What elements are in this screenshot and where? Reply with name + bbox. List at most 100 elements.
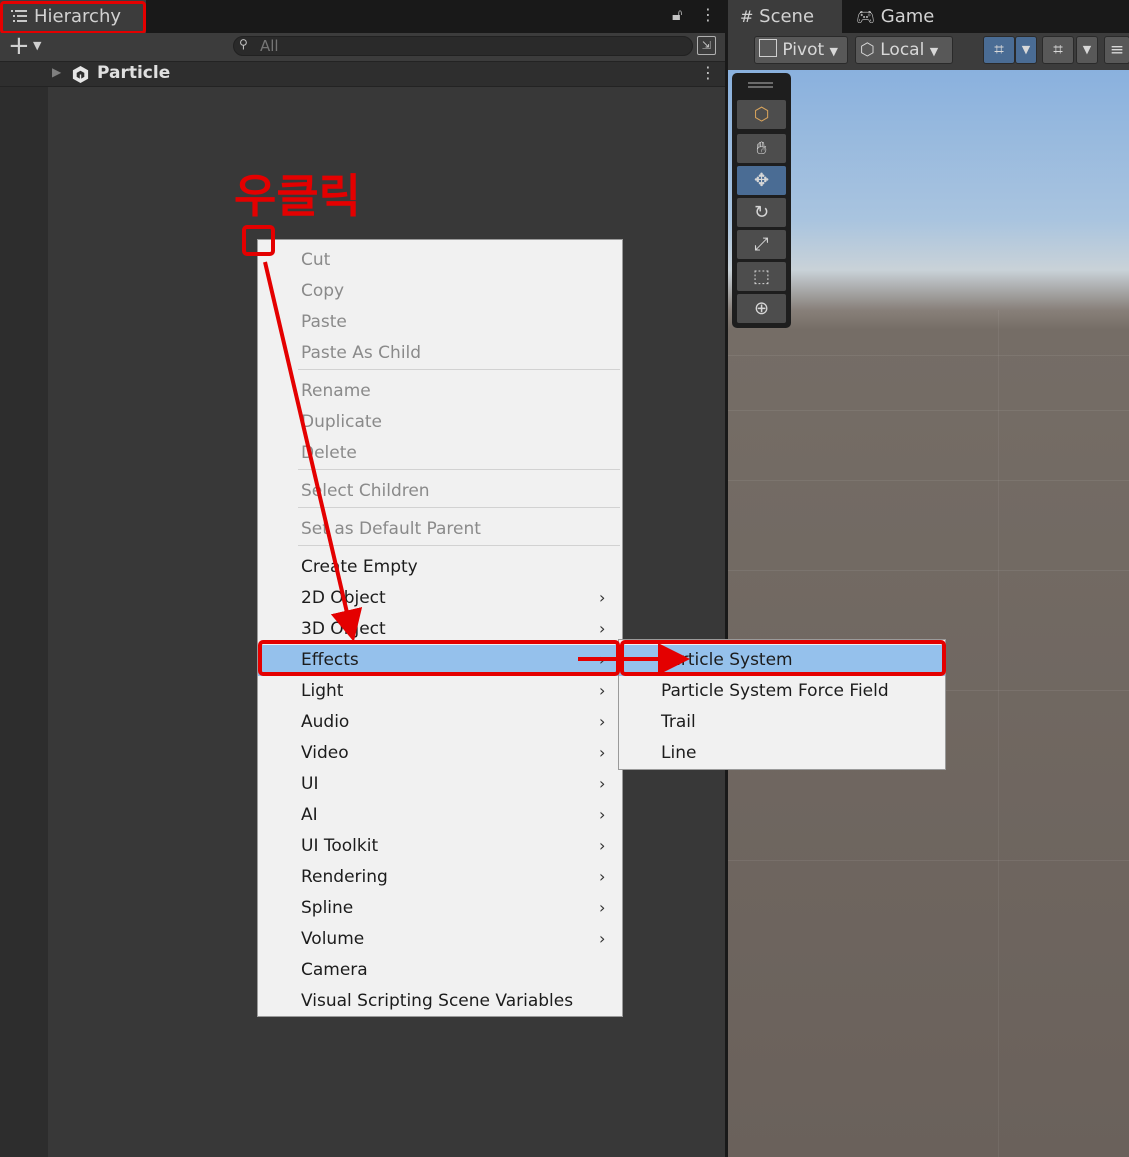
menu-item-paste[interactable]: Paste <box>258 307 622 338</box>
tab-game[interactable]: 🎮︎ Game <box>844 0 964 33</box>
menu-item-create-empty[interactable]: Create Empty <box>258 552 622 583</box>
chevron-right-icon: › <box>599 712 606 731</box>
grid-snap-button[interactable]: ⌗ <box>983 36 1015 64</box>
submenu-item-label: Line <box>661 743 697 763</box>
chevron-right-icon: › <box>599 929 606 948</box>
menu-item-ui-toolkit[interactable]: UI Toolkit › <box>258 831 622 862</box>
move-arrows-icon: ✥ <box>753 170 770 191</box>
menu-item-label: Camera <box>301 960 368 980</box>
menu-item-label: Paste <box>301 312 347 332</box>
transform-tool[interactable]: ⊕ <box>737 294 786 323</box>
scale-icon: ⤢ <box>754 234 769 255</box>
submenu-item-trail[interactable]: Trail <box>619 707 945 738</box>
search-field[interactable]: ⚲ <box>233 36 693 56</box>
hierarchy-gutter <box>0 87 48 1157</box>
hand-tool[interactable]: ✋︎ <box>737 134 786 163</box>
cube-icon: ⬡ <box>753 104 770 125</box>
menu-item-rename[interactable]: Rename <box>258 376 622 407</box>
pivot-icon <box>759 39 777 57</box>
menu-item-duplicate[interactable]: Duplicate <box>258 407 622 438</box>
menu-item-set-as-default-parent[interactable]: Set as Default Parent <box>258 514 622 545</box>
menu-item-copy[interactable]: Copy <box>258 276 622 307</box>
menu-item-label: Rename <box>301 381 371 401</box>
menu-item-visual-scripting-scene-variables[interactable]: Visual Scripting Scene Variables <box>258 986 622 1017</box>
menu-item-label: Duplicate <box>301 412 382 432</box>
increment-snap-button[interactable]: ⌗ <box>1042 36 1074 64</box>
menu-item-label: UI <box>301 774 319 794</box>
menu-item-audio[interactable]: Audio › <box>258 707 622 738</box>
scale-tool[interactable]: ⤢ <box>737 230 786 259</box>
bars-icon: ≡ <box>1109 40 1125 60</box>
menu-item-label: Create Empty <box>301 557 418 577</box>
menu-item-2d-object[interactable]: 2D Object › <box>258 583 622 614</box>
submenu-item-line[interactable]: Line <box>619 738 945 769</box>
rotate-tool[interactable]: ↻ <box>737 198 786 227</box>
menu-item-camera[interactable]: Camera <box>258 955 622 986</box>
scene-name: Particle <box>97 63 171 83</box>
menu-item-label: Visual Scripting Scene Variables <box>301 991 574 1011</box>
tab-scene[interactable]: # Scene <box>728 0 842 33</box>
menu-item-delete[interactable]: Delete <box>258 438 622 469</box>
menu-item-label: Copy <box>301 281 345 301</box>
render-mode-button[interactable]: ≡ <box>1104 36 1129 64</box>
chevron-right-icon: › <box>599 681 606 700</box>
menu-item-select-children[interactable]: Select Children <box>258 476 622 507</box>
grid-line <box>728 355 1129 356</box>
menu-item-label: Volume <box>301 929 365 949</box>
menu-item-label: Video <box>301 743 349 763</box>
menu-item-paste-as-child[interactable]: Paste As Child <box>258 338 622 369</box>
menu-item-volume[interactable]: Volume › <box>258 924 622 955</box>
chevron-right-icon: › <box>599 898 606 917</box>
view-cube-tool[interactable]: ⬡ <box>737 100 786 129</box>
expand-arrow-icon[interactable]: ▶ <box>52 65 61 79</box>
increment-snap-icon: ⌗ <box>1053 40 1063 60</box>
menu-item-label: 3D Object <box>301 619 386 639</box>
rect-tool[interactable]: ⬚ <box>737 262 786 291</box>
submenu-item-label: Particle System Force Field <box>661 681 889 701</box>
kebab-menu-icon[interactable]: ⋮ <box>700 5 716 24</box>
move-tool[interactable]: ✥ <box>737 166 786 195</box>
scene-kebab-menu-icon[interactable]: ⋮ <box>700 63 716 82</box>
menu-item-label: AI <box>301 805 318 825</box>
menu-item-video[interactable]: Video › <box>258 738 622 769</box>
search-mode-icon[interactable]: ⇲ <box>697 36 716 55</box>
menu-item-rendering[interactable]: Rendering › <box>258 862 622 893</box>
menu-item-label: Set as Default Parent <box>301 519 481 539</box>
scene-toolbar: Pivot ▼ ⬡ Local ▼ ⌗ ▼ ⌗ ▼ ≡ <box>728 33 1129 70</box>
grid-line <box>728 570 1129 571</box>
grid-line <box>728 860 1129 861</box>
grid-snap-dropdown[interactable]: ▼ <box>1015 36 1037 64</box>
menu-item-ai[interactable]: AI › <box>258 800 622 831</box>
menu-separator <box>298 545 620 546</box>
annotation-box-click-point <box>242 225 275 256</box>
menu-item-cut[interactable]: Cut <box>258 245 622 276</box>
lock-icon[interactable]: 🔓︎ <box>672 5 682 25</box>
chevron-down-icon[interactable]: ▼ <box>33 39 41 52</box>
submenu-item-particle-system-force-field[interactable]: Particle System Force Field <box>619 676 945 707</box>
hierarchy-tab-bar: Hierarchy 🔓︎ ⋮ <box>0 0 725 34</box>
annotation-box-hierarchy-tab <box>0 1 146 34</box>
add-icon[interactable]: + <box>8 33 30 59</box>
drag-handle-icon[interactable] <box>748 82 773 88</box>
chevron-right-icon: › <box>599 805 606 824</box>
grid-hash-icon: # <box>740 7 754 26</box>
cube-icon: ⬡ <box>860 40 875 60</box>
annotation-right-click-label: 우클릭 <box>234 169 361 223</box>
menu-item-label: Light <box>301 681 344 701</box>
menu-item-label: Rendering <box>301 867 388 887</box>
chevron-down-icon: ▼ <box>929 45 939 58</box>
search-input[interactable] <box>260 37 680 55</box>
increment-snap-dropdown[interactable]: ▼ <box>1076 36 1098 64</box>
menu-item-spline[interactable]: Spline › <box>258 893 622 924</box>
chevron-right-icon: › <box>599 836 606 855</box>
scene-tools-overlay: ⬡ ✋︎ ✥ ↻ ⤢ ⬚ ⊕ <box>732 73 791 328</box>
grid-line <box>998 310 999 1157</box>
scene-row[interactable]: ▶ Particle ⋮ <box>0 62 725 87</box>
rect-icon: ⬚ <box>752 266 770 287</box>
annotation-box-effects <box>258 640 620 676</box>
pivot-label: Pivot <box>782 40 825 60</box>
menu-item-light[interactable]: Light › <box>258 676 622 707</box>
local-button[interactable]: ⬡ Local ▼ <box>855 36 953 64</box>
menu-item-ui[interactable]: UI › <box>258 769 622 800</box>
pivot-button[interactable]: Pivot ▼ <box>754 36 848 64</box>
